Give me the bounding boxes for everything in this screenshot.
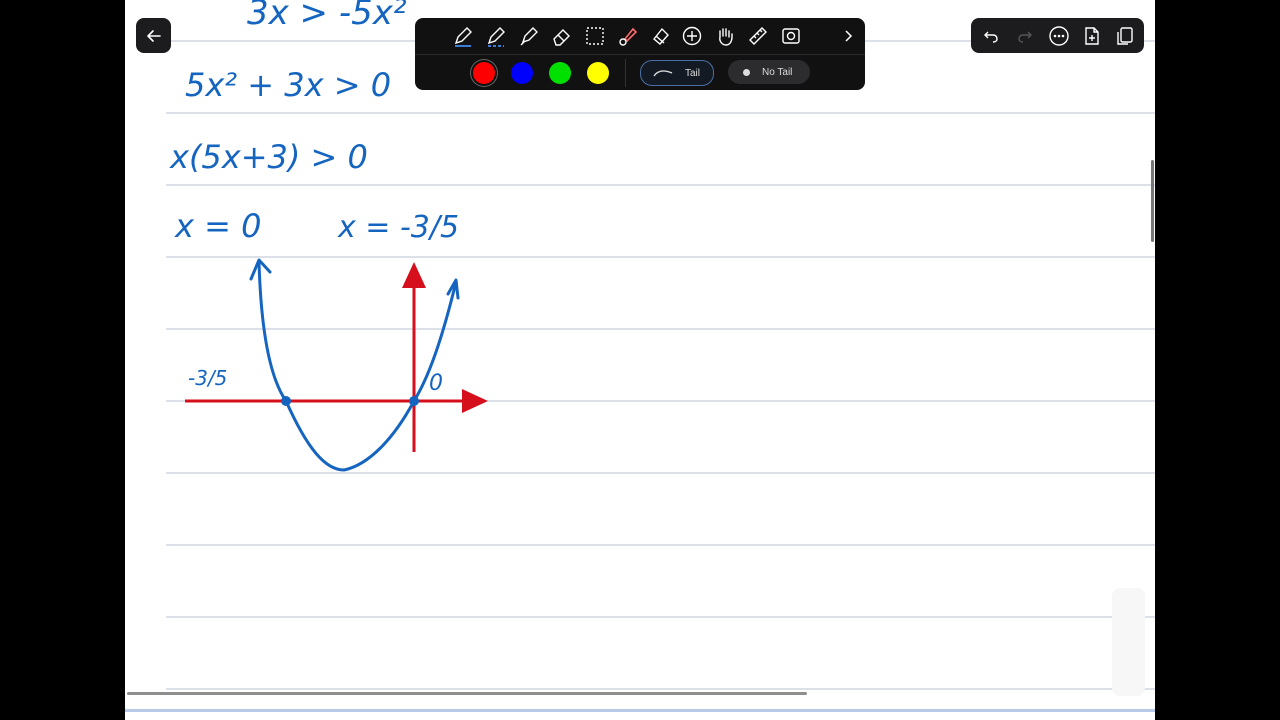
color-swatch-blue[interactable] — [511, 62, 533, 84]
pen-tool-button[interactable] — [450, 23, 476, 49]
pen-icon — [454, 27, 472, 47]
root-point-left — [281, 396, 291, 406]
add-page-button[interactable] — [1079, 23, 1105, 49]
highlighter-icon — [520, 27, 538, 46]
label-zero: 0 — [429, 371, 443, 396]
pencil-tool-button[interactable] — [483, 23, 509, 49]
vertical-scrollbar[interactable] — [1151, 160, 1154, 242]
note-page[interactable]: 3x > -5x² 5x² + 3x > 0 x(5x+3) > 0 x = 0… — [125, 0, 1155, 720]
more-options-button[interactable] — [1046, 23, 1072, 49]
ruler-tool-button[interactable] — [745, 23, 771, 49]
add-icon — [682, 26, 702, 46]
chevron-right-icon — [845, 30, 853, 42]
laser-pointer-button[interactable] — [615, 23, 641, 49]
no-tail-label: No Tail — [762, 66, 793, 78]
tail-toggle[interactable]: Tail — [640, 60, 714, 86]
tail-label: Tail — [685, 67, 701, 79]
undo-icon — [984, 31, 998, 43]
image-tool-button[interactable] — [778, 23, 804, 49]
label-neg-three-fifths: -3/5 — [188, 366, 227, 390]
lasso-select-icon — [586, 27, 604, 45]
handwriting-line-3: x(5x+3) > 0 — [169, 138, 368, 176]
image-icon — [782, 28, 800, 44]
color-swatch-red[interactable] — [473, 62, 495, 84]
handwritten-ink: 3x > -5x² 5x² + 3x > 0 x(5x+3) > 0 x = 0… — [169, 0, 488, 472]
eraser-tool-button[interactable] — [549, 23, 575, 49]
toolbar-expand-button[interactable] — [835, 23, 861, 49]
tools-row — [415, 18, 865, 54]
undo-button[interactable] — [978, 23, 1004, 49]
redo-icon — [1018, 31, 1032, 43]
side-panel-handle[interactable] — [1112, 588, 1145, 696]
options-divider — [625, 59, 626, 87]
hand-draw-icon — [719, 28, 733, 46]
no-tail-toggle[interactable]: No Tail — [728, 60, 810, 84]
laser-pointer-icon — [619, 27, 638, 46]
drawing-toolbar: Tail No Tail — [415, 18, 865, 90]
add-page-icon — [1085, 27, 1099, 45]
document-actions-bar — [971, 18, 1144, 53]
page-bottom-edge — [125, 709, 1155, 712]
redo-button[interactable] — [1012, 23, 1038, 49]
parabola-curve — [249, 258, 460, 472]
handwriting-line-1: 3x > -5x² — [247, 0, 407, 33]
tool-options-row: Tail No Tail — [415, 54, 865, 91]
back-button[interactable] — [136, 18, 171, 53]
color-swatch-green[interactable] — [549, 62, 571, 84]
root-x-equals-zero: x = 0 — [174, 207, 261, 245]
red-axes — [185, 262, 488, 452]
eraser-icon — [553, 29, 570, 46]
dot-icon — [743, 68, 750, 76]
lasso-tool-button[interactable] — [582, 23, 608, 49]
pages-button[interactable] — [1112, 23, 1138, 49]
ruler-icon — [749, 27, 767, 45]
horizontal-scrollbar[interactable] — [127, 692, 807, 695]
add-element-button[interactable] — [679, 23, 705, 49]
color-swatch-yellow[interactable] — [587, 62, 609, 84]
root-x-equals-neg-three-fifths: x = -3/5 — [337, 210, 459, 245]
highlighter-tool-button[interactable] — [516, 23, 542, 49]
handwriting-line-2: 5x² + 3x > 0 — [185, 66, 391, 104]
root-point-origin — [409, 396, 419, 406]
back-arrow-icon — [146, 29, 161, 42]
tail-stroke-icon — [653, 70, 673, 77]
pages-icon — [1117, 27, 1133, 45]
hand-tool-button[interactable] — [712, 23, 738, 49]
more-icon — [1049, 26, 1069, 46]
pencil-icon — [487, 27, 505, 47]
shapes-tool-button[interactable] — [648, 23, 674, 49]
shapes-icon — [653, 27, 669, 45]
